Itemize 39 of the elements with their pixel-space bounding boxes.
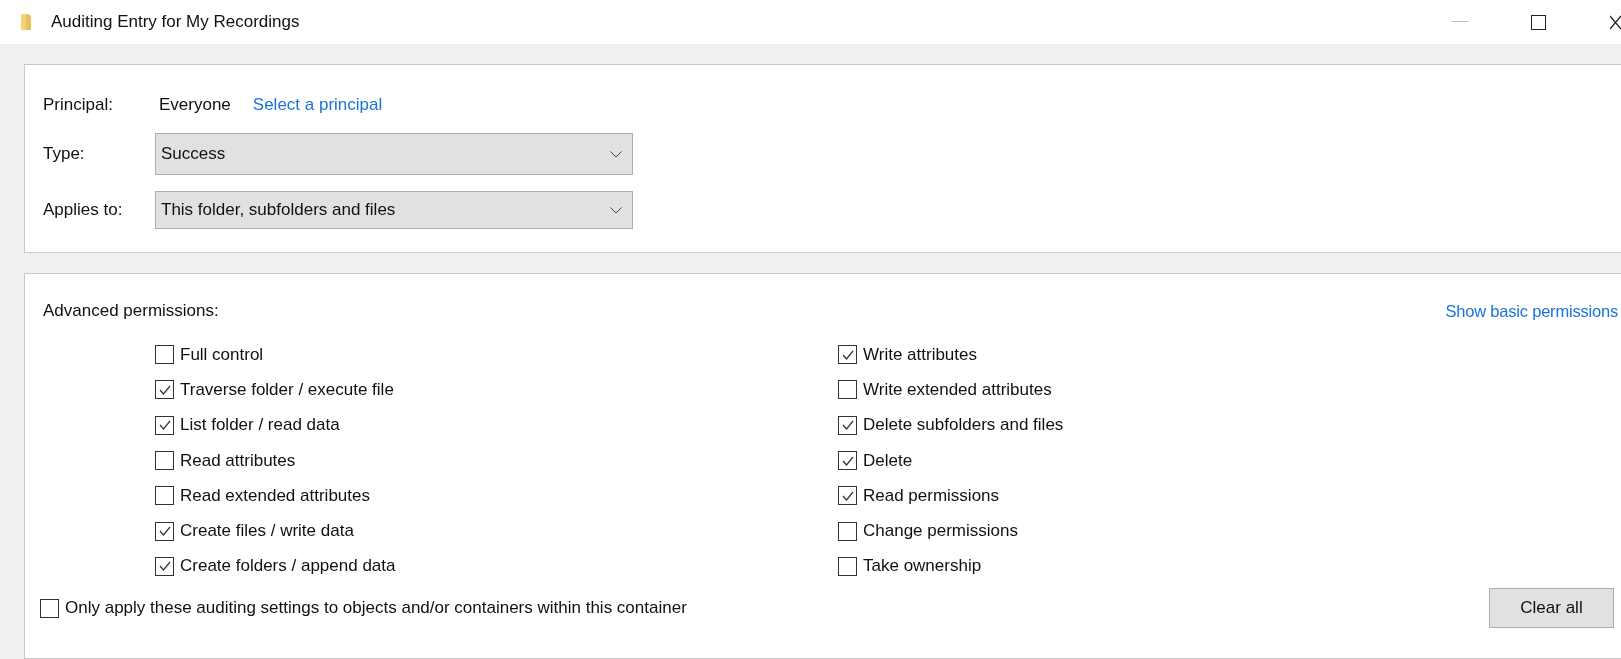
checkmark-icon <box>157 419 172 432</box>
permission-checkbox[interactable]: Read permissions <box>838 478 1064 514</box>
permission-checkbox[interactable]: Read attributes <box>155 442 838 479</box>
applies-to-dropdown[interactable]: This folder, subfolders and files <box>155 191 633 229</box>
permission-checkbox[interactable]: Delete subfolders and files <box>838 407 1064 443</box>
clear-all-button[interactable]: Clear all <box>1489 588 1614 629</box>
chevron-down-icon <box>610 206 622 214</box>
permission-checkbox[interactable]: Traverse folder / execute file <box>155 372 838 408</box>
checkmark-icon <box>840 348 855 361</box>
principal-value: Everyone <box>159 95 231 115</box>
select-principal-link[interactable]: Select a principal <box>252 95 383 115</box>
chevron-down-icon <box>610 150 622 158</box>
permission-checkbox[interactable]: Take ownership <box>838 548 1064 585</box>
permission-checkbox[interactable]: Read extended attributes <box>155 478 838 514</box>
type-dropdown[interactable]: Success <box>155 133 633 175</box>
folder-icon <box>20 13 32 31</box>
permission-checkbox[interactable]: Change permissions <box>838 513 1064 549</box>
maximize-icon[interactable] <box>1531 14 1546 30</box>
advanced-permissions-heading: Advanced permissions: <box>43 301 219 321</box>
permission-checkbox[interactable]: Write extended attributes <box>838 372 1064 408</box>
applies-to-label: Applies to: <box>43 200 124 220</box>
checkmark-icon <box>157 525 172 538</box>
permission-checkbox[interactable]: List folder / read data <box>155 407 838 443</box>
permission-checkbox[interactable]: Delete <box>838 442 1064 479</box>
permission-checkbox[interactable]: Full control <box>155 337 838 373</box>
checkmark-icon <box>157 383 172 396</box>
permission-checkbox[interactable]: Write attributes <box>838 337 1064 373</box>
checkmark-icon <box>157 560 172 573</box>
only-apply-checkbox[interactable]: Only apply these auditing settings to objects and/or containers within this container <box>40 590 687 626</box>
checkmark-icon <box>840 489 855 502</box>
principal-label: Principal: <box>43 95 114 115</box>
permission-checkbox[interactable]: Create folders / append data <box>155 548 838 585</box>
window-title: Auditing Entry for My Recordings <box>51 12 300 32</box>
checkmark-icon <box>840 454 855 467</box>
checkmark-icon <box>840 419 855 432</box>
close-icon[interactable] <box>1610 14 1621 30</box>
show-basic-permissions-link[interactable]: Show basic permissions <box>1445 301 1618 321</box>
permission-checkbox[interactable]: Create files / write data <box>155 513 838 549</box>
type-label: Type: <box>43 144 86 164</box>
